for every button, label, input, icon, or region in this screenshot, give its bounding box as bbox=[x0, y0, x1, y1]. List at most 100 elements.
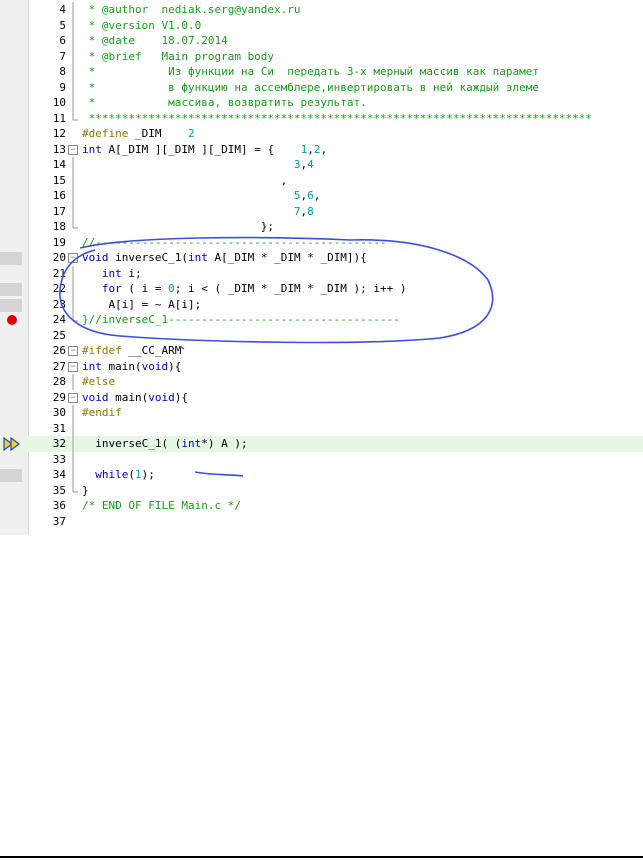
code-line[interactable]: 15 , bbox=[0, 172, 643, 189]
code-token: inverseC_1( ( bbox=[82, 437, 182, 450]
code-line[interactable]: 34 while(1); bbox=[0, 467, 643, 483]
code-token: 6 bbox=[307, 189, 314, 202]
code-line[interactable]: 27− int main(void){ bbox=[0, 359, 643, 375]
code-token: __CC_ARM bbox=[121, 344, 182, 357]
code-text: 7,8 bbox=[82, 204, 314, 220]
code-token: while bbox=[95, 468, 129, 481]
code-line[interactable]: 33 bbox=[0, 451, 643, 468]
code-line[interactable]: 30 #endif bbox=[0, 405, 643, 421]
fold-toggle-icon[interactable]: − bbox=[68, 359, 78, 375]
code-token: A[_DIM ][_DIM ][_DIM] = { bbox=[101, 142, 301, 156]
code-line[interactable]: 21 int i; bbox=[0, 265, 643, 282]
fold-toggle-icon[interactable]: − bbox=[68, 250, 78, 266]
code-line[interactable]: 25 bbox=[0, 328, 643, 344]
code-line[interactable]: 37 bbox=[0, 514, 643, 530]
code-token: inverseC_1( bbox=[108, 251, 188, 264]
line-number: 34 bbox=[52, 468, 66, 481]
code-token: ); bbox=[141, 468, 155, 481]
code-line[interactable]: 10 * массива, возвратить результат. bbox=[0, 95, 643, 111]
code-token: 7 bbox=[293, 204, 301, 218]
line-number: 17 bbox=[52, 204, 66, 218]
code-line[interactable]: 5 * @version V1.0.0 bbox=[0, 17, 643, 34]
line-number: 22 bbox=[52, 282, 66, 295]
code-line[interactable]: 11 *************************************… bbox=[0, 110, 643, 127]
fold-toggle-icon[interactable]: − bbox=[68, 142, 78, 158]
code-token: , bbox=[82, 173, 288, 187]
line-number: 21 bbox=[52, 266, 66, 280]
code-text: int main(void){ bbox=[82, 359, 181, 375]
fold-guide bbox=[68, 467, 78, 483]
code-token: 4 bbox=[307, 158, 314, 171]
code-line[interactable]: 12 #define _DIM 2 bbox=[0, 126, 643, 142]
line-number: 6 bbox=[59, 34, 66, 47]
code-token: ****************************************… bbox=[82, 111, 592, 125]
code-line[interactable]: 13− int A[_DIM ][_DIM ][_DIM] = { 1,2, bbox=[0, 142, 643, 158]
fold-toggle-icon[interactable]: − bbox=[68, 343, 78, 359]
fold-guide bbox=[68, 374, 78, 390]
code-token: int bbox=[187, 251, 208, 264]
code-line[interactable]: 28 #else bbox=[0, 374, 643, 390]
fold-guide bbox=[68, 235, 78, 251]
code-token: #define bbox=[82, 127, 129, 140]
code-line[interactable]: 36 /* END OF FILE Main.c */ bbox=[0, 498, 643, 514]
code-text: int i; bbox=[82, 266, 142, 282]
code-line[interactable]: 23 A[i] = ~ A[i]; bbox=[0, 296, 643, 313]
line-number: 8 bbox=[59, 65, 66, 78]
code-line[interactable]: 29− void main(void){ bbox=[0, 390, 643, 406]
code-token: * Из функции на Си передать 3-х мерный м… bbox=[82, 65, 539, 78]
fold-guide bbox=[68, 514, 78, 530]
code-line[interactable]: 6 * @date 18.07.2014 bbox=[0, 33, 643, 49]
code-text: void main(void){ bbox=[82, 390, 188, 406]
code-line[interactable]: 19 //------------------------------------… bbox=[0, 235, 643, 251]
code-line[interactable]: 35} bbox=[0, 482, 643, 499]
fold-guide bbox=[68, 265, 78, 282]
code-token: 8 bbox=[307, 204, 314, 218]
line-number: 14 bbox=[52, 158, 66, 171]
code-line[interactable]: 24}//inverseC_1-------------------------… bbox=[0, 312, 643, 328]
code-token: for bbox=[101, 282, 122, 295]
code-line[interactable]: 18 }; bbox=[0, 219, 643, 235]
fold-guide bbox=[68, 451, 78, 468]
code-text: #define _DIM 2 bbox=[82, 126, 195, 142]
fold-toggle-icon[interactable]: − bbox=[68, 390, 78, 406]
fold-guide bbox=[68, 172, 78, 189]
code-token: ; i < ( _DIM * _DIM * _DIM ); i++ ) bbox=[174, 282, 407, 295]
breakpoint-icon[interactable] bbox=[7, 315, 17, 325]
line-number: 32 bbox=[52, 437, 66, 450]
gutter-code-marker bbox=[0, 252, 22, 265]
code-token: }//inverseC_1---------------------------… bbox=[82, 313, 400, 326]
code-line[interactable]: 9 * в функцию на ассемблере,инвертироват… bbox=[0, 79, 643, 96]
code-line[interactable]: 8 * Из функции на Си передать 3-х мерный… bbox=[0, 64, 643, 80]
code-token: * @author nediak.serg@yandex.ru bbox=[82, 3, 301, 16]
code-line[interactable]: 20− void inverseC_1(int A[_DIM * _DIM * _… bbox=[0, 250, 643, 266]
line-number: 26 bbox=[52, 344, 66, 357]
line-number: 16 bbox=[52, 189, 66, 202]
fold-guide bbox=[68, 17, 78, 34]
line-number: 36 bbox=[52, 499, 66, 512]
line-number: 19 bbox=[52, 235, 66, 249]
code-line[interactable]: 4 * @author nediak.serg@yandex.ru bbox=[0, 2, 643, 18]
code-text: * Из функции на Си передать 3-х мерный м… bbox=[82, 64, 539, 80]
code-line[interactable]: 31 bbox=[0, 420, 643, 437]
code-line[interactable]: 26− #ifdef __CC_ARM bbox=[0, 343, 643, 359]
code-editor[interactable]: 4 * @author nediak.serg@yandex.ru 5 * @ve… bbox=[0, 0, 643, 535]
code-line[interactable]: 32 inverseC_1( (int*) A ); bbox=[0, 436, 643, 452]
code-token: * @brief Main program body bbox=[82, 49, 275, 63]
fold-guide bbox=[68, 188, 78, 204]
code-text: , bbox=[82, 173, 288, 189]
fold-guide bbox=[68, 64, 78, 80]
line-number: 11 bbox=[52, 111, 66, 125]
code-line[interactable]: 14 3,4 bbox=[0, 157, 643, 173]
gutter-code-marker bbox=[0, 298, 22, 312]
code-token: ){ bbox=[174, 390, 188, 404]
code-line[interactable]: 7 * @brief Main program body bbox=[0, 48, 643, 65]
code-text: void inverseC_1(int A[_DIM * _DIM * _DIM… bbox=[82, 250, 367, 266]
line-number: 33 bbox=[52, 452, 66, 466]
gutter-code-marker bbox=[0, 469, 22, 482]
code-token: void bbox=[82, 251, 109, 264]
code-token: * массива, возвратить результат. bbox=[82, 96, 367, 109]
code-line[interactable]: 22 for ( i = 0; i < ( _DIM * _DIM * _DIM… bbox=[0, 281, 643, 297]
code-line[interactable]: 17 7,8 bbox=[0, 203, 643, 220]
code-line[interactable]: 16 5,6, bbox=[0, 188, 643, 204]
